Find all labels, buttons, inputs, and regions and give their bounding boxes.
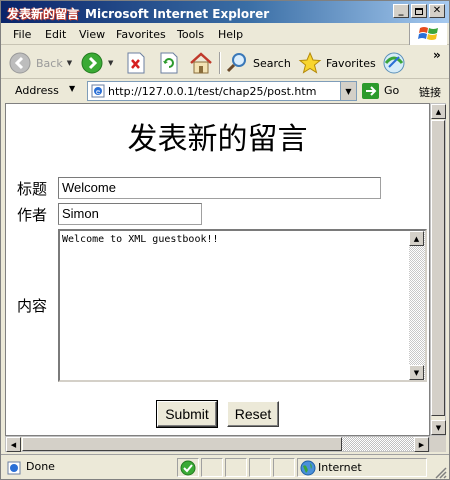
textarea-scroll-down-button[interactable]: ▼: [409, 365, 424, 380]
close-icon: ✕: [432, 5, 442, 16]
arrow-right-icon: ▶: [418, 440, 425, 449]
author-input[interactable]: Simon: [58, 203, 202, 225]
forward-button[interactable]: ▼: [80, 50, 113, 76]
menu-tools[interactable]: Tools: [177, 28, 204, 41]
menu-file[interactable]: File: [13, 28, 31, 41]
svg-text:e: e: [96, 88, 100, 96]
check-shield-icon: [180, 460, 196, 476]
address-label: Address: [15, 84, 59, 97]
address-bar: Address ▼ e http://127.0.0.1/test/chap25…: [1, 80, 449, 102]
arrow-up-icon: ▲: [435, 107, 442, 116]
address-url: http://127.0.0.1/test/chap25/post.htm: [108, 85, 317, 98]
status-cell: [249, 458, 271, 477]
chevron-down-icon: ▼: [345, 86, 352, 96]
minimize-icon: _: [398, 5, 404, 16]
menu-help[interactable]: Help: [218, 28, 243, 41]
address-history-dropdown[interactable]: ▼: [340, 82, 356, 100]
content-text: Welcome to XML guestbook!!: [62, 234, 219, 245]
resize-grip-icon[interactable]: [433, 465, 447, 479]
content-label: 内容: [17, 297, 48, 315]
back-arrow-icon: [9, 52, 31, 74]
go-button[interactable]: Go: [384, 84, 399, 97]
ie-page-icon: e: [91, 84, 105, 98]
stop-icon: [127, 52, 145, 74]
title-input[interactable]: Welcome: [58, 177, 381, 199]
scroll-right-button[interactable]: ▶: [414, 437, 429, 452]
toolbar-overflow-button[interactable]: »: [433, 48, 441, 62]
page-done-icon: [7, 461, 21, 475]
status-zone: Internet: [318, 461, 362, 474]
arrow-down-icon: ▼: [435, 423, 442, 432]
menu-bar: File Edit View Favorites Tools Help: [1, 23, 449, 45]
back-dropdown-icon[interactable]: ▼: [67, 59, 72, 67]
scroll-left-button[interactable]: ◀: [6, 437, 21, 452]
author-label: 作者: [17, 206, 48, 224]
scroll-down-button[interactable]: ▼: [431, 420, 446, 435]
status-cell: [201, 458, 223, 477]
back-button[interactable]: Back ▼: [8, 50, 72, 76]
reset-button[interactable]: Reset: [227, 401, 279, 427]
status-cell-security: [177, 458, 199, 477]
back-label: Back: [36, 56, 63, 70]
stop-button[interactable]: [126, 50, 146, 76]
menu-edit[interactable]: Edit: [45, 28, 66, 41]
browser-window: 发表新的留言 Microsoft Internet Explorer _ ✕ Fi…: [0, 0, 450, 480]
textarea-scrollbar[interactable]: ▲ ▼: [409, 231, 425, 380]
forward-arrow-icon: [81, 52, 103, 74]
standard-toolbar: Back ▼ ▼ Search Favorites »: [1, 46, 449, 79]
minimize-button[interactable]: _: [393, 4, 409, 18]
toolbar-separator: [219, 52, 221, 74]
horizontal-scrollbar[interactable]: ◀ ▶: [5, 436, 430, 452]
window-controls: _ ✕: [393, 4, 445, 18]
address-bar-dropdown-icon[interactable]: ▼: [69, 84, 75, 93]
maximize-button[interactable]: [411, 4, 427, 18]
search-label: Search: [253, 56, 291, 70]
textarea-scroll-up-button[interactable]: ▲: [409, 231, 424, 246]
go-arrow-icon[interactable]: [362, 83, 379, 99]
close-button[interactable]: ✕: [429, 4, 445, 18]
links-button[interactable]: 链接: [419, 84, 441, 100]
vertical-scrollbar[interactable]: ▲ ▼: [430, 103, 446, 436]
content-textarea[interactable]: Welcome to XML guestbook!! ▲ ▼: [58, 229, 427, 382]
scroll-up-button[interactable]: ▲: [431, 104, 446, 119]
horizontal-scroll-track[interactable]: [342, 437, 414, 451]
favorites-label: Favorites: [326, 56, 376, 70]
submit-button[interactable]: Submit: [156, 400, 218, 428]
media-icon: [383, 52, 405, 74]
status-cell: [273, 458, 295, 477]
home-button[interactable]: [189, 50, 213, 76]
status-bar: Done Internet: [1, 454, 449, 480]
refresh-icon: [160, 52, 178, 74]
internet-globe-icon: [300, 460, 316, 476]
page-viewport: 发表新的留言 标题 Welcome 作者 Simon 内容 Welcome to…: [5, 103, 430, 436]
vertical-scroll-thumb[interactable]: [431, 120, 445, 416]
page-heading: 发表新的留言: [127, 122, 308, 157]
window-title-page: 发表新的留言: [7, 7, 80, 21]
arrow-down-icon: ▼: [413, 368, 420, 377]
title-bar[interactable]: 发表新的留言 Microsoft Internet Explorer _ ✕: [1, 1, 449, 23]
status-zone-cell: Internet: [297, 458, 427, 477]
window-title-app: Microsoft Internet Explorer: [85, 7, 270, 21]
home-icon: [190, 52, 212, 74]
forward-dropdown-icon[interactable]: ▼: [108, 59, 113, 67]
window-title: 发表新的留言 Microsoft Internet Explorer: [7, 5, 269, 22]
status-cell: [225, 458, 247, 477]
search-button[interactable]: Search: [225, 50, 291, 76]
arrow-up-icon: ▲: [413, 234, 420, 243]
address-input[interactable]: e http://127.0.0.1/test/chap25/post.htm …: [87, 81, 357, 101]
arrow-left-icon: ◀: [10, 440, 17, 449]
windows-logo-icon: [409, 23, 447, 45]
scrollbar-corner: [430, 436, 446, 452]
search-icon: [226, 53, 246, 73]
menu-favorites[interactable]: Favorites: [116, 28, 166, 41]
refresh-button[interactable]: [159, 50, 179, 76]
menu-view[interactable]: View: [79, 28, 105, 41]
favorites-button[interactable]: Favorites: [298, 50, 376, 76]
horizontal-scroll-thumb[interactable]: [22, 437, 342, 451]
maximize-icon: [415, 7, 423, 15]
title-label: 标题: [17, 180, 48, 198]
favorites-star-icon: [298, 51, 322, 74]
status-text: Done: [26, 460, 55, 473]
media-button[interactable]: [381, 50, 407, 76]
